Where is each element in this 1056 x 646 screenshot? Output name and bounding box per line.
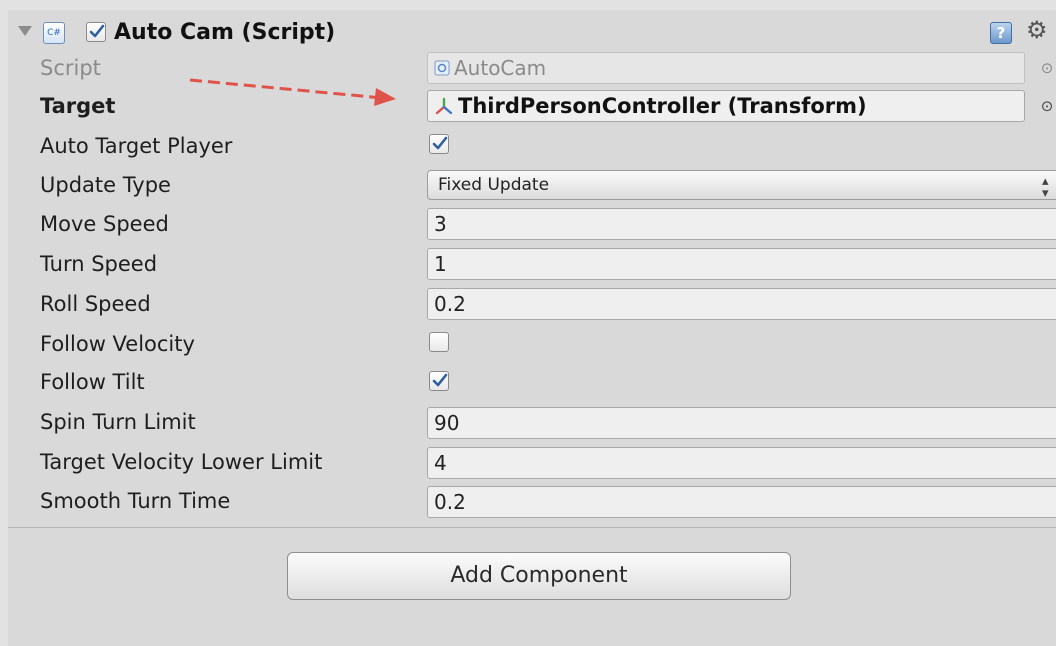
target-object-picker-icon[interactable]: ⊙ [1039,98,1055,114]
update-type-label: Update Type [40,173,171,197]
gear-icon[interactable]: ⚙ [1026,16,1048,44]
transform-icon [435,97,453,114]
smooth-turn-time-input[interactable]: 0.2 [427,486,1056,518]
checkmark-icon [432,373,448,387]
turn-speed-label: Turn Speed [40,252,158,276]
csharp-script-icon: C# [43,22,65,44]
script-object-picker-icon[interactable]: ⊙ [1039,60,1055,76]
target-velocity-lower-limit-input[interactable]: 4 [427,447,1056,479]
move-speed-input[interactable]: 3 [427,208,1056,240]
inspector-window: C# Auto Cam (Script) ? ⚙ Script AutoCam … [0,0,1056,646]
script-label: Script [40,56,101,80]
component-header: C# Auto Cam (Script) ? ⚙ [8,10,1056,54]
checkmark-icon [432,136,448,150]
update-type-dropdown[interactable]: Fixed Update [427,170,1056,200]
roll-speed-label: Roll Speed [40,292,151,316]
foldout-arrow-icon[interactable] [18,26,32,36]
follow-tilt-label: Follow Tilt [40,370,145,394]
script-field[interactable]: AutoCam [427,52,1025,84]
target-label: Target [40,94,116,118]
follow-velocity-checkbox[interactable] [429,332,449,352]
section-divider [8,527,1056,528]
roll-speed-input[interactable]: 0.2 [427,288,1056,320]
spin-turn-limit-input[interactable]: 90 [427,407,1056,439]
spin-turn-limit-label: Spin Turn Limit [40,410,196,434]
checkmark-icon [89,24,105,38]
target-field[interactable]: ThirdPersonController (Transform) [427,90,1025,122]
auto-target-player-checkbox[interactable] [429,134,449,154]
move-speed-label: Move Speed [40,212,169,236]
target-velocity-lower-limit-label: Target Velocity Lower Limit [40,450,323,474]
script-file-icon [434,60,450,76]
follow-velocity-label: Follow Velocity [40,332,195,356]
turn-speed-input[interactable]: 1 [427,248,1056,280]
help-icon[interactable]: ? [990,22,1012,44]
smooth-turn-time-label: Smooth Turn Time [40,489,231,513]
component-enabled-checkbox[interactable] [86,22,106,42]
follow-tilt-checkbox[interactable] [429,371,449,391]
dropdown-arrows-icon: ▴ ▾ [1042,174,1049,201]
annotation-arrow-icon [189,78,396,106]
target-field-value: ThirdPersonController (Transform) [458,94,867,118]
update-type-value: Fixed Update [438,175,550,195]
component-title: Auto Cam (Script) [114,20,336,45]
add-component-button[interactable]: Add Component [287,552,791,600]
auto-target-player-label: Auto Target Player [40,134,233,158]
script-field-value: AutoCam [454,56,547,80]
auto-cam-component-panel: C# Auto Cam (Script) ? ⚙ Script AutoCam … [8,10,1056,646]
